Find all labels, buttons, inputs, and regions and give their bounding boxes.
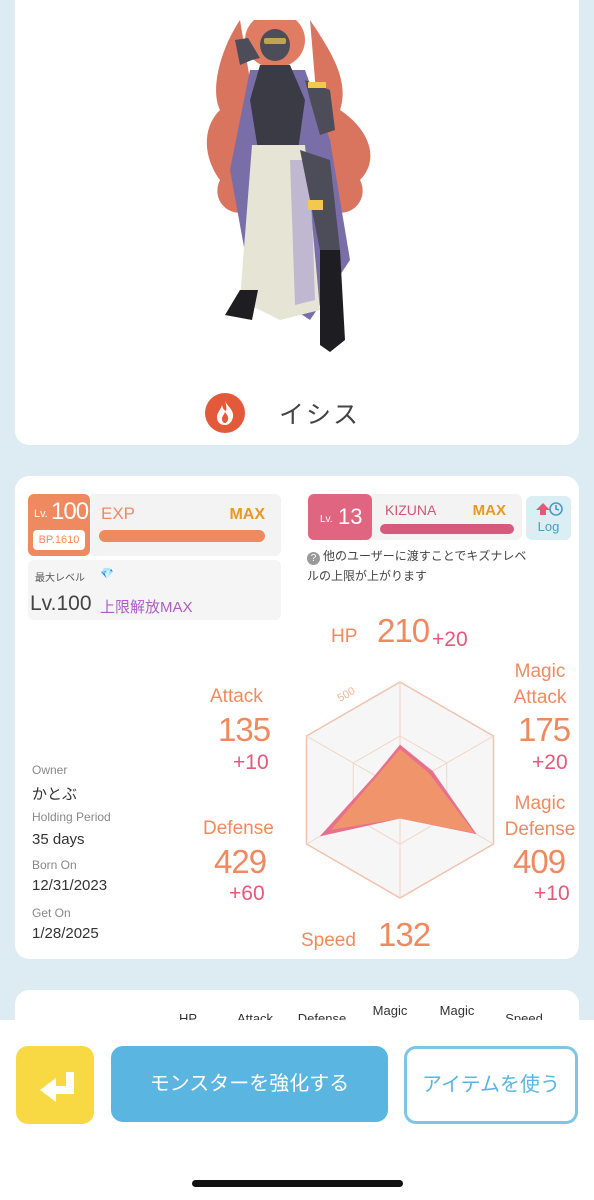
limit-unlock-status: 上限解放MAX <box>100 599 193 616</box>
born-on-label: Born On <box>32 858 77 872</box>
kizuna-level-badge: Lv. 13 <box>308 494 372 540</box>
kizuna-level-prefix: Lv. <box>320 514 333 525</box>
magic-attack-stat-value: 175 <box>518 711 571 748</box>
max-level-panel: 最大レベル 💎 Lv.100 上限解放MAX <box>28 560 281 620</box>
table-header-cell: Magic <box>439 1003 475 1018</box>
born-on-value: 12/31/2023 <box>32 877 108 894</box>
kizuna-panel: KIZUNA MAX <box>372 494 522 540</box>
log-history-icon <box>536 502 563 516</box>
monster-illustration <box>206 20 371 352</box>
monster-name-row: イシス <box>205 393 360 433</box>
defense-stat-label: Defense <box>203 818 274 839</box>
exp-max-label: MAX <box>229 506 265 523</box>
level-prefix: Lv. <box>34 508 48 520</box>
owner-label: Owner <box>32 763 68 777</box>
owner-value: かとぶ <box>32 786 78 803</box>
defense-stat-bonus: +60 <box>229 882 265 905</box>
home-indicator <box>192 1180 403 1187</box>
magic-defense-stat-bonus: +10 <box>534 882 570 905</box>
attack-stat-value: 135 <box>218 711 271 748</box>
hp-stat-bonus: +20 <box>432 628 468 651</box>
fire-icon <box>205 393 245 433</box>
magic-defense-stat-label: Magic Defense <box>504 793 576 840</box>
attack-stat-bonus: +10 <box>233 751 269 774</box>
kizuna-progress-bar <box>380 524 514 534</box>
level-value: 100 <box>51 498 89 525</box>
kizuna-max-label: MAX <box>472 502 506 519</box>
magic-defense-stat-value: 409 <box>513 843 566 880</box>
max-level-value: Lv.100 <box>30 592 92 615</box>
hp-stat-value: 210 <box>377 612 430 649</box>
kizuna-level-value: 13 <box>338 504 363 529</box>
get-on-label: Get On <box>32 906 71 920</box>
radar-scale-label: 500 <box>336 685 358 705</box>
speed-stat-label: Speed <box>301 930 356 951</box>
kizuna-label: KIZUNA <box>385 502 437 518</box>
exp-progress-bar <box>99 530 265 542</box>
holding-period-label: Holding Period <box>32 810 111 824</box>
exp-label: EXP <box>101 504 136 523</box>
back-button[interactable] <box>16 1046 94 1124</box>
log-label: Log <box>537 519 560 534</box>
enhance-monster-button[interactable]: モンスターを強化する <box>111 1046 388 1122</box>
log-button[interactable]: Log <box>526 496 571 540</box>
speed-stat-value: 132 <box>378 916 431 953</box>
monster-name: イシス <box>279 401 361 429</box>
kizuna-note-text: 他のユーザーに渡すことでキズナレベルの上限が上がります <box>307 549 527 583</box>
hp-stat-label: HP <box>331 626 358 647</box>
question-icon[interactable]: ? <box>307 552 320 565</box>
get-on-value: 1/28/2025 <box>32 925 99 942</box>
stats-radar-chart: 500 <box>305 681 495 899</box>
defense-stat-value: 429 <box>214 843 267 880</box>
magic-attack-stat-label: Magic Attack <box>513 661 567 708</box>
level-badge: Lv. 100 BP.1610 <box>28 494 90 556</box>
gem-icon: 💎 <box>100 568 114 580</box>
return-arrow-icon <box>40 1072 74 1102</box>
use-item-button[interactable]: アイテムを使う <box>404 1046 578 1124</box>
table-header-cell: Magic <box>372 1003 408 1018</box>
kizuna-note: ? 他のユーザーに渡すことでキズナレベルの上限が上がります <box>307 546 537 586</box>
max-level-label: 最大レベル <box>35 573 85 584</box>
holding-period-value: 35 days <box>32 831 85 848</box>
bp-badge: BP.1610 <box>33 530 85 550</box>
attack-stat-label: Attack <box>210 686 263 707</box>
exp-panel: EXP MAX <box>91 494 281 556</box>
magic-attack-stat-bonus: +20 <box>532 751 568 774</box>
